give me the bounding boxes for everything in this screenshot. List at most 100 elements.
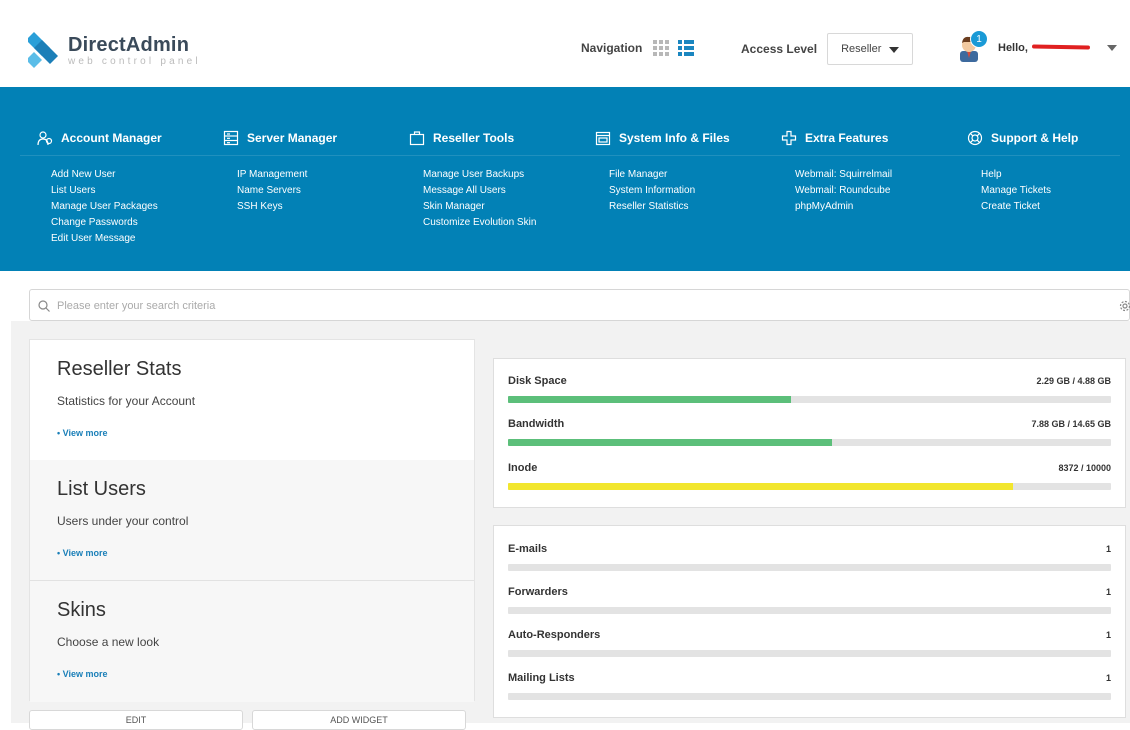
count-label: Mailing Lists [508, 672, 575, 684]
user-greeting[interactable]: Hello, [998, 42, 1028, 54]
usage-bar-fill [508, 396, 791, 403]
count-bar [508, 650, 1111, 657]
usage-value: 8372 / 10000 [1058, 463, 1111, 473]
nav-link-skin-manager[interactable]: Skin Manager [423, 199, 536, 215]
nav-link-edit-user-message[interactable]: Edit User Message [51, 231, 158, 247]
nav-section-extra-features[interactable]: Extra Features [781, 130, 888, 146]
server-icon [223, 130, 239, 146]
section-skins: Skins Choose a new look • View more [30, 581, 474, 702]
nav-link-phpmyadmin[interactable]: phpMyAdmin [795, 199, 892, 215]
usage-value: 7.88 GB / 14.65 GB [1031, 419, 1111, 429]
top-header: DirectAdmin web control panel Navigation… [0, 0, 1130, 87]
access-level-select[interactable]: Reseller [827, 33, 914, 65]
nav-section-title: Extra Features [805, 131, 889, 145]
nav-list-reseller-tools: Manage User Backups Message All Users Sk… [423, 167, 536, 231]
navigation-toggle: Navigation [581, 40, 695, 56]
nav-link-webmail-squirrelmail[interactable]: Webmail: Squirrelmail [795, 167, 892, 183]
nav-section-system-info-files[interactable]: System Info & Files [595, 130, 730, 146]
usage-bar [508, 396, 1111, 403]
counts-card: E-mails 1 Forwarders 1 Auto-Responders 1… [493, 525, 1126, 718]
user-menu-chevron-icon[interactable] [1107, 45, 1117, 51]
main-navigation: Account Manager Add New User List Users … [0, 87, 1130, 271]
nav-link-webmail-roundcube[interactable]: Webmail: Roundcube [795, 183, 892, 199]
nav-list-system-info-files: File Manager System Information Reseller… [609, 167, 695, 215]
view-more-link[interactable]: • View more [57, 669, 108, 679]
nav-link-change-passwords[interactable]: Change Passwords [51, 215, 158, 231]
usage-label: Bandwidth [508, 418, 565, 430]
nav-link-customize-evolution-skin[interactable]: Customize Evolution Skin [423, 215, 536, 231]
nav-section-account-manager[interactable]: Account Manager [37, 130, 162, 146]
nav-link-ip-management[interactable]: IP Management [237, 167, 307, 183]
count-value: 1 [1105, 673, 1111, 683]
brand-logo[interactable]: DirectAdmin web control panel [26, 30, 201, 70]
access-level-label: Access Level [741, 42, 818, 56]
redaction-mark [1031, 44, 1091, 50]
nav-link-add-new-user[interactable]: Add New User [51, 167, 158, 183]
nav-link-name-servers[interactable]: Name Servers [237, 183, 307, 199]
search-icon [38, 299, 50, 312]
count-value: 1 [1105, 587, 1111, 597]
usage-value: 2.29 GB / 4.88 GB [1036, 376, 1111, 386]
add-widget-button[interactable]: ADD WIDGET [252, 710, 466, 730]
section-description: Choose a new look [57, 635, 160, 649]
view-more-link[interactable]: • View more [57, 428, 108, 438]
notification-badge[interactable]: 1 [970, 30, 988, 48]
nav-link-manage-user-backups[interactable]: Manage User Backups [423, 167, 536, 183]
search-bar [29, 289, 1130, 321]
usage-card: Disk Space 2.29 GB / 4.88 GB Bandwidth 7… [493, 358, 1126, 508]
search-input[interactable] [57, 296, 1057, 316]
view-more-link[interactable]: • View more [57, 548, 108, 558]
usage-bar [508, 483, 1111, 490]
nav-section-server-manager[interactable]: Server Manager [223, 130, 337, 146]
lifebuoy-icon [967, 130, 983, 146]
brand-name: DirectAdmin [68, 33, 190, 56]
nav-list-support-help: Help Manage Tickets Create Ticket [981, 167, 1051, 215]
section-title: List Users [57, 478, 146, 500]
grid-view-icon[interactable] [653, 40, 670, 56]
brand-tagline: web control panel [68, 55, 201, 67]
nav-link-message-all-users[interactable]: Message All Users [423, 183, 536, 199]
nav-link-help[interactable]: Help [981, 167, 1051, 183]
gear-icon[interactable] [1119, 299, 1130, 312]
nav-section-title: Reseller Tools [433, 131, 515, 145]
count-label: E-mails [508, 543, 548, 555]
usage-label: Disk Space [508, 375, 567, 387]
nav-section-title: System Info & Files [619, 131, 730, 145]
count-value: 1 [1105, 544, 1111, 554]
nav-link-manage-tickets[interactable]: Manage Tickets [981, 183, 1051, 199]
access-level-value: Reseller [841, 43, 882, 55]
edit-button[interactable]: EDIT [29, 710, 243, 730]
nav-link-ssh-keys[interactable]: SSH Keys [237, 199, 307, 215]
users-icon [37, 130, 53, 146]
nav-list-extra-features: Webmail: Squirrelmail Webmail: Roundcube… [795, 167, 892, 215]
count-bar [508, 607, 1111, 614]
plus-icon [781, 130, 797, 146]
count-bar [508, 564, 1111, 571]
section-title: Skins [57, 599, 106, 621]
list-view-icon[interactable] [678, 40, 695, 56]
nav-link-create-ticket[interactable]: Create Ticket [981, 199, 1051, 215]
section-description: Users under your control [57, 514, 189, 528]
folder-window-icon [595, 130, 611, 146]
nav-section-title: Support & Help [991, 131, 1079, 145]
briefcase-icon [409, 130, 425, 146]
nav-link-reseller-statistics[interactable]: Reseller Statistics [609, 199, 695, 215]
nav-link-list-users[interactable]: List Users [51, 183, 158, 199]
access-level: Access Level Reseller [741, 33, 914, 65]
section-title: Reseller Stats [57, 358, 182, 380]
count-value: 1 [1105, 630, 1111, 640]
nav-link-manage-user-packages[interactable]: Manage User Packages [51, 199, 158, 215]
usage-label: Inode [508, 462, 538, 474]
nav-link-system-information[interactable]: System Information [609, 183, 695, 199]
nav-section-support-help[interactable]: Support & Help [967, 130, 1078, 146]
nav-link-file-manager[interactable]: File Manager [609, 167, 695, 183]
navigation-label: Navigation [581, 41, 643, 55]
nav-section-title: Server Manager [247, 131, 338, 145]
section-reseller-stats: Reseller Stats Statistics for your Accou… [30, 340, 474, 461]
section-description: Statistics for your Account [57, 394, 196, 408]
usage-bar-fill [508, 483, 1013, 490]
count-label: Auto-Responders [508, 629, 601, 641]
count-label: Forwarders [508, 586, 568, 598]
nav-section-reseller-tools[interactable]: Reseller Tools [409, 130, 514, 146]
nav-list-account-manager: Add New User List Users Manage User Pack… [51, 167, 158, 247]
